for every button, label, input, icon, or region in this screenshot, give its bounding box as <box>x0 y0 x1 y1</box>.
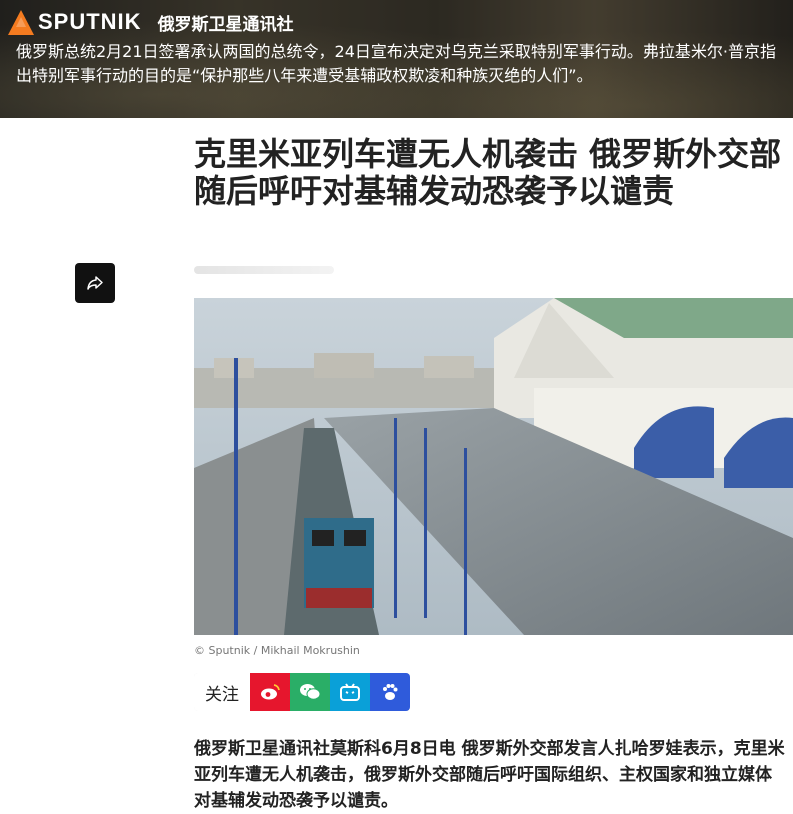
baidu-icon <box>383 684 398 700</box>
train-station-image <box>194 298 793 635</box>
header-banner: SPUTNIK 俄罗斯卫星通讯社 俄罗斯总统2月21日签署承认两国的总统令，24… <box>0 0 793 118</box>
article-lead: 俄罗斯卫星通讯社莫斯科6月8日电 俄罗斯外交部发言人扎哈罗娃表示，克里米亚列车遭… <box>194 739 785 811</box>
share-button[interactable] <box>75 263 115 303</box>
photo-credit: © Sputnik / Mikhail Mokrushin <box>194 644 360 657</box>
article-date-placeholder <box>194 266 334 274</box>
share-icon <box>87 276 103 290</box>
banner-description[interactable]: 俄罗斯总统2月21日签署承认两国的总统令，24日宣布决定对乌克兰采取特别军事行动… <box>16 40 786 88</box>
sputnik-logo-icon <box>8 10 34 35</box>
article-photo[interactable] <box>194 298 793 635</box>
article-title: 克里米亚列车遭无人机袭击 俄罗斯外交部随后呼吁对基辅发动恐袭予以谴责 <box>194 135 782 210</box>
site-logo[interactable]: SPUTNIK 俄罗斯卫星通讯社 <box>6 6 294 38</box>
logo-text: SPUTNIK <box>38 9 142 34</box>
social-share-bar: 关注 <box>194 673 410 711</box>
wechat-icon <box>300 684 321 700</box>
follow-label: 关注 <box>194 673 250 711</box>
baidu-button[interactable] <box>370 673 410 711</box>
bilibili-button[interactable] <box>330 673 370 711</box>
bilibili-icon <box>340 683 360 701</box>
weibo-button[interactable] <box>250 673 290 711</box>
wechat-button[interactable] <box>290 673 330 711</box>
weibo-icon <box>261 684 280 700</box>
logo-subtitle: 俄罗斯卫星通讯社 <box>157 14 294 35</box>
